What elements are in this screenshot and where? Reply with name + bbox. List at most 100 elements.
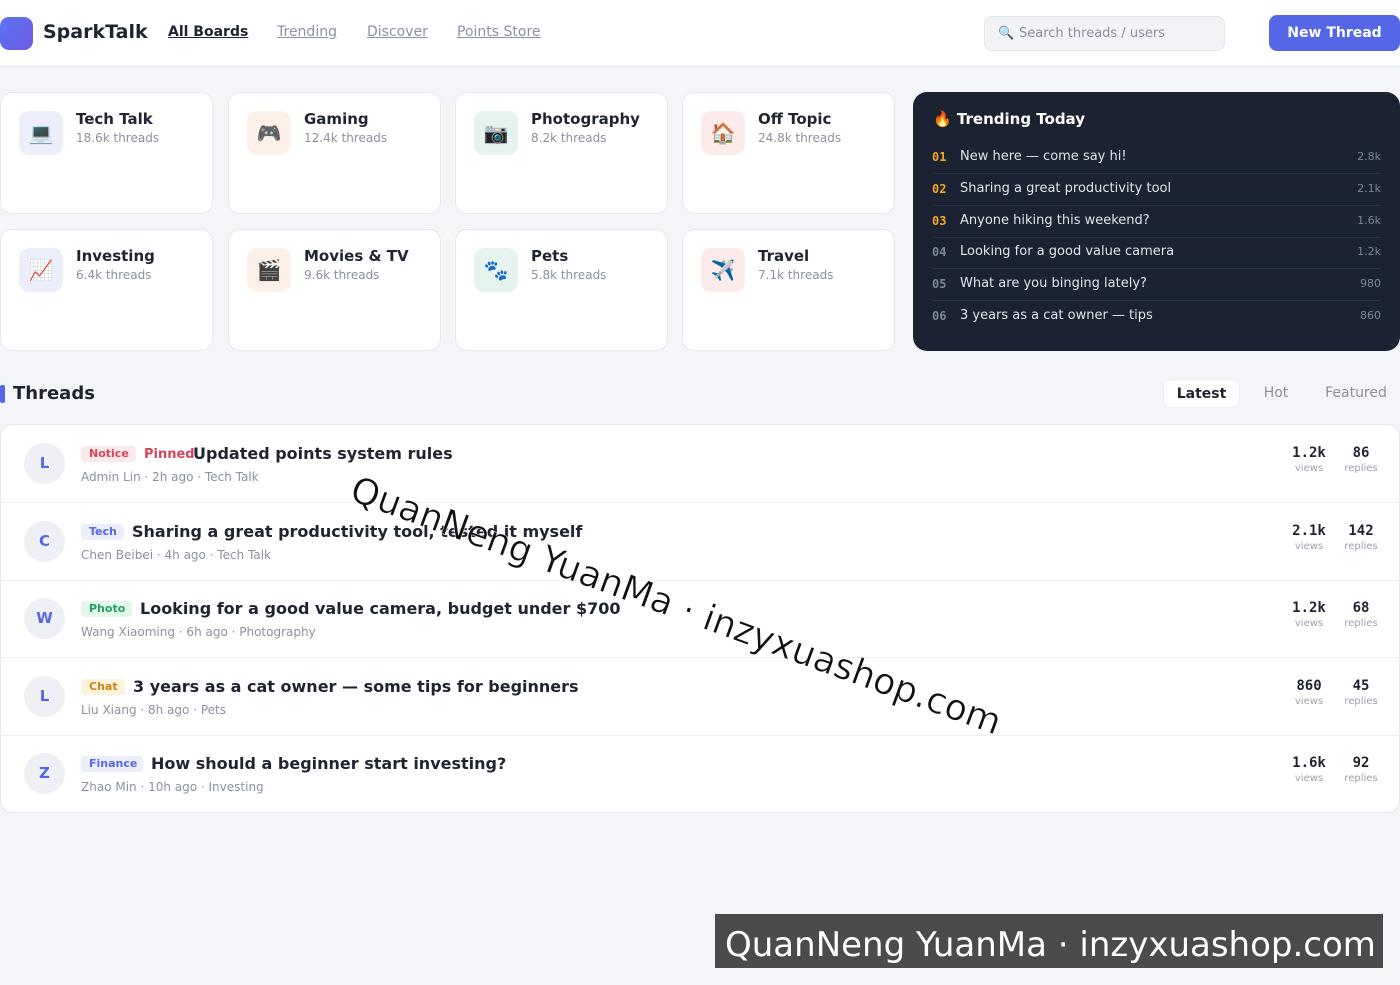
- laptop-icon: 💻: [19, 111, 63, 155]
- board-card[interactable]: 🎮 Gaming 12.4k threads: [228, 92, 441, 214]
- trending-item[interactable]: 03 Anyone hiking this weekend? 1.6k: [932, 206, 1381, 238]
- trending-item[interactable]: 04 Looking for a good value camera 1.2k: [932, 237, 1381, 270]
- board-card[interactable]: 🏠 Off Topic 24.8k threads: [682, 92, 895, 214]
- thread-row[interactable]: L Chat 3 years as a cat owner — some tips …: [1, 658, 1399, 736]
- trending-rank: 01: [932, 150, 947, 164]
- replies-count: 142: [1348, 522, 1374, 539]
- thread-tag[interactable]: Photo: [81, 601, 132, 618]
- thread-tag[interactable]: Chat: [81, 678, 125, 695]
- board-name: Off Topic: [758, 110, 832, 128]
- thread-title[interactable]: Looking for a good value camera, budget …: [140, 599, 621, 618]
- top-navigation-bar: SparkTalk All Boards Trending Discover P…: [0, 0, 1400, 67]
- watermark-banner-text: QuanNeng YuanMa · inzyxuashop.com: [725, 925, 1376, 965]
- replies-label: replies: [1344, 540, 1378, 552]
- board-card[interactable]: 🎬 Movies & TV 9.6k threads: [228, 229, 441, 351]
- trending-item-title: New here — come say hi!: [960, 149, 1127, 164]
- trending-panel: 🔥 Trending Today 01 New here — come say h…: [913, 92, 1400, 351]
- trending-item-title: 3 years as a cat owner — tips: [960, 308, 1153, 323]
- views-label: views: [1294, 773, 1324, 785]
- views-stat: 860 views: [1281, 678, 1337, 707]
- replies-count: 86: [1352, 445, 1370, 461]
- replies-stat: 86 replies: [1333, 445, 1389, 474]
- board-thread-count: 12.4k threads: [304, 131, 388, 145]
- trending-item-views: 2.1k: [1357, 181, 1381, 195]
- thread-title[interactable]: 3 years as a cat owner — some tips for b…: [133, 677, 579, 696]
- board-card[interactable]: ✈️ Travel 7.1k threads: [682, 229, 895, 351]
- views-label: views: [1294, 618, 1324, 630]
- views-stat: 1.6k views: [1281, 755, 1337, 784]
- pinned-label: Pinned: [144, 447, 195, 462]
- board-name: Gaming: [304, 110, 369, 128]
- board-card[interactable]: 🐾 Pets 5.8k threads: [455, 229, 668, 351]
- replies-stat: 68 replies: [1333, 600, 1389, 629]
- logo-icon[interactable]: [0, 17, 33, 50]
- views-stat: 2.1k views: [1281, 523, 1337, 552]
- trending-rank: 06: [932, 309, 947, 323]
- replies-count: 68: [1352, 600, 1370, 617]
- avatar[interactable]: L: [24, 443, 65, 484]
- board-card[interactable]: 📷 Photography 8.2k threads: [455, 92, 668, 214]
- gamepad-icon: 🎮: [247, 111, 291, 155]
- board-card[interactable]: 💻 Tech Talk 18.6k threads: [0, 92, 213, 214]
- views-label: views: [1294, 695, 1324, 707]
- thread-row[interactable]: Z Finance How should a beginner start inve…: [1, 735, 1399, 812]
- trending-item[interactable]: 02 Sharing a great productivity tool 2.1k: [932, 174, 1381, 206]
- avatar[interactable]: C: [24, 520, 65, 562]
- thread-title[interactable]: How should a beginner start investing?: [151, 754, 506, 773]
- board-name: Travel: [758, 247, 810, 265]
- trending-item[interactable]: 06 3 years as a cat owner — tips 860: [932, 301, 1381, 333]
- board-thread-count: 18.6k threads: [76, 131, 160, 145]
- trending-item-views: 1.2k: [1357, 245, 1381, 259]
- trending-item-title: Looking for a good value camera: [960, 244, 1175, 260]
- views-count: 2.1k: [1292, 522, 1326, 539]
- board-thread-count: 6.4k threads: [76, 268, 152, 282]
- trending-item[interactable]: 05 What are you binging lately? 980: [932, 269, 1381, 302]
- avatar[interactable]: W: [24, 598, 65, 640]
- thread-meta: Admin Lin · 2h ago · Tech Talk: [81, 470, 259, 484]
- watermark-banner: QuanNeng YuanMa · inzyxuashop.com: [715, 914, 1383, 968]
- thread-tag[interactable]: Tech: [81, 523, 124, 540]
- clapperboard-icon: 🎬: [247, 248, 291, 292]
- nav-discover[interactable]: Discover: [367, 24, 428, 40]
- nav-trending[interactable]: Trending: [277, 24, 337, 40]
- views-label: views: [1294, 463, 1324, 474]
- tab-latest[interactable]: Latest: [1163, 379, 1240, 408]
- nav-all-boards[interactable]: All Boards: [168, 24, 248, 40]
- search-placeholder: Search threads / users: [1019, 26, 1165, 41]
- board-name: Movies & TV: [304, 247, 409, 265]
- board-thread-count: 8.2k threads: [531, 131, 607, 145]
- thread-meta: Chen Beibei · 4h ago · Tech Talk: [81, 547, 271, 562]
- trending-title-text: Trending Today: [956, 110, 1085, 128]
- replies-label: replies: [1344, 618, 1378, 630]
- views-count: 860: [1296, 677, 1322, 694]
- trending-item[interactable]: 01 New here — come say hi! 2.8k: [932, 142, 1381, 174]
- replies-stat: 45 replies: [1333, 678, 1389, 707]
- thread-row[interactable]: L Notice Pinned Updated points system rules…: [1, 425, 1399, 503]
- board-name: Tech Talk: [76, 110, 153, 128]
- trending-rank: 04: [932, 245, 947, 260]
- board-thread-count: 7.1k threads: [758, 268, 834, 282]
- search-input[interactable]: 🔍 Search threads / users: [984, 16, 1225, 51]
- tab-featured[interactable]: Featured: [1316, 379, 1396, 408]
- avatar[interactable]: Z: [24, 753, 65, 795]
- thread-meta: Liu Xiang · 8h ago · Pets: [81, 702, 226, 717]
- nav-points-store[interactable]: Points Store: [457, 24, 541, 40]
- brand-name[interactable]: SparkTalk: [43, 21, 148, 43]
- thread-tag[interactable]: Finance: [81, 756, 143, 773]
- views-count: 1.2k: [1292, 445, 1326, 461]
- section-accent-bar: [0, 385, 5, 403]
- trending-rank: 03: [932, 213, 947, 228]
- trending-item-views: 1.6k: [1357, 213, 1381, 227]
- thread-title[interactable]: Updated points system rules: [193, 444, 453, 463]
- trending-item-views: 2.8k: [1357, 150, 1381, 163]
- thread-tag[interactable]: Notice: [81, 446, 136, 462]
- thread-row[interactable]: C Tech Sharing a great productivity tool, …: [1, 503, 1399, 581]
- trending-rank: 05: [932, 277, 947, 292]
- replies-stat: 142 replies: [1333, 523, 1389, 552]
- board-card[interactable]: 📈 Investing 6.4k threads: [0, 229, 213, 351]
- avatar[interactable]: L: [24, 675, 65, 717]
- new-thread-button[interactable]: New Thread: [1269, 15, 1400, 51]
- tab-hot[interactable]: Hot: [1250, 379, 1302, 408]
- paw-icon: 🐾: [474, 248, 518, 292]
- replies-label: replies: [1344, 463, 1378, 474]
